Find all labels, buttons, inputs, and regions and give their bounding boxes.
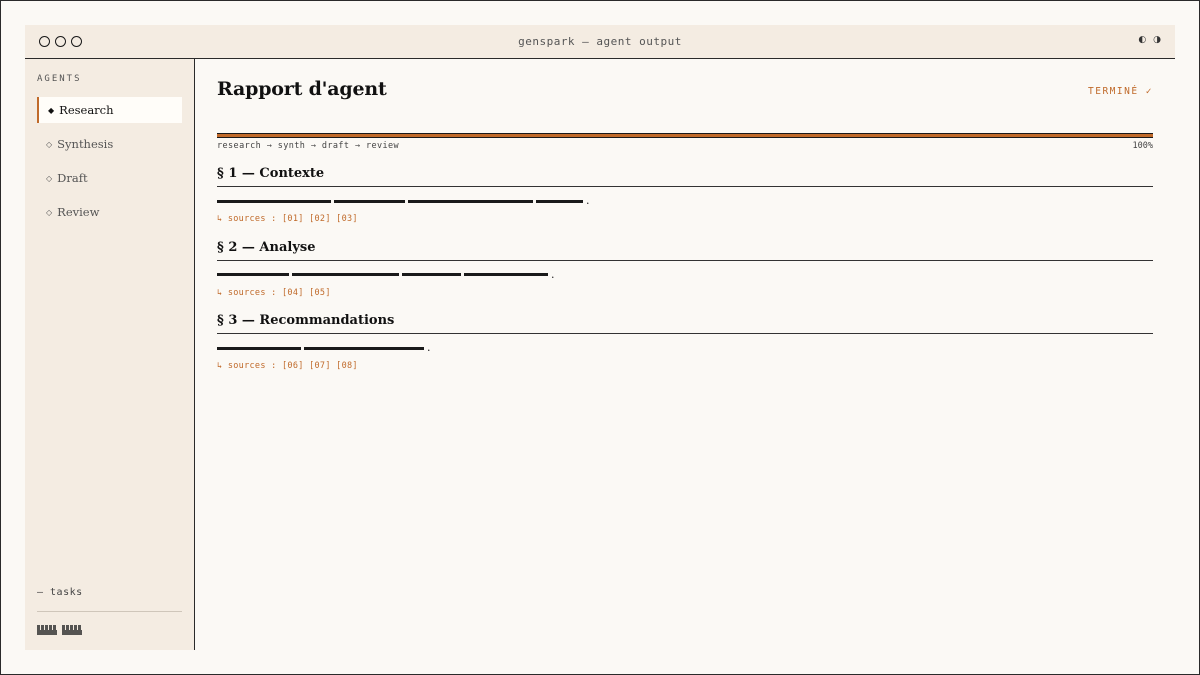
- sidebar: AGENTS ◆ Research ◇ Synthesis ◇ Draft ◇ …: [25, 59, 195, 650]
- section-sources[interactable]: ↳ sources : [01] [02] [03]: [217, 214, 1153, 224]
- sidebar-item-label: Research: [59, 103, 114, 117]
- page-title: Rapport d'agent: [217, 78, 387, 100]
- theme-toggle-icon[interactable]: ◐ ◑: [1138, 35, 1163, 45]
- status-badge: TERMINÉ ✓: [1088, 86, 1153, 97]
- report-section: § 1 — Contexte . ↳ sources : [01] [02] […: [217, 166, 1153, 240]
- report-section: § 2 — Analyse . ↳ sources : [04] [05]: [217, 240, 1153, 314]
- sidebar-item-label: Draft: [57, 171, 88, 185]
- logo-block: [37, 625, 57, 635]
- agent-nav: ◆ Research ◇ Synthesis ◇ Draft ◇ Review: [37, 97, 182, 233]
- progress-label: 100%: [1132, 141, 1153, 151]
- report-sections: § 1 — Contexte . ↳ sources : [01] [02] […: [217, 166, 1153, 387]
- tasks-link[interactable]: — tasks: [37, 587, 83, 598]
- outline-diamond-icon: ◇: [46, 207, 53, 217]
- sidebar-divider: [37, 611, 182, 612]
- section-sources[interactable]: ↳ sources : [04] [05]: [217, 288, 1153, 298]
- progress-bar: [217, 133, 1153, 138]
- section-title: § 1 — Contexte: [217, 166, 1153, 187]
- section-title: § 3 — Recommandations: [217, 313, 1153, 334]
- sidebar-item-label: Review: [57, 205, 100, 219]
- sidebar-item-review[interactable]: ◇ Review: [37, 199, 182, 225]
- report-section: § 3 — Recommandations . ↳ sources : [06]…: [217, 313, 1153, 387]
- app-window: genspark — agent output ◐ ◑ AGENTS ◆ Res…: [25, 25, 1175, 650]
- logo-block: [62, 625, 82, 635]
- redacted-text: .: [217, 342, 1153, 353]
- sidebar-heading: AGENTS: [37, 74, 82, 84]
- section-title: § 2 — Analyse: [217, 240, 1153, 261]
- title-bar: genspark — agent output ◐ ◑: [25, 25, 1175, 59]
- report-panel: Rapport d'agent TERMINÉ ✓ research → syn…: [217, 59, 1153, 650]
- pipeline-steps: research → synth → draft → review: [217, 141, 400, 151]
- sidebar-item-draft[interactable]: ◇ Draft: [37, 165, 182, 191]
- outline-diamond-icon: ◇: [46, 139, 53, 149]
- window-title: genspark — agent output: [518, 35, 682, 48]
- sidebar-item-label: Synthesis: [57, 137, 114, 151]
- redacted-text: .: [217, 269, 1153, 280]
- section-sources[interactable]: ↳ sources : [06] [07] [08]: [217, 361, 1153, 371]
- redacted-text: .: [217, 195, 1153, 206]
- sidebar-item-research[interactable]: ◆ Research: [37, 97, 182, 123]
- progress-fill: [217, 134, 1153, 137]
- filled-diamond-icon: ◆: [48, 105, 55, 115]
- outline-diamond-icon: ◇: [46, 173, 53, 183]
- brand-logo-icon: [37, 625, 83, 635]
- sidebar-item-synthesis[interactable]: ◇ Synthesis: [37, 131, 182, 157]
